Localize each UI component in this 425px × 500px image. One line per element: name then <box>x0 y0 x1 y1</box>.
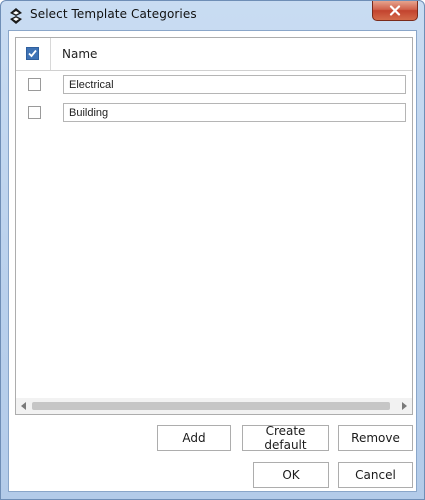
cancel-button[interactable]: Cancel <box>338 462 413 488</box>
category-name-field[interactable] <box>63 75 406 94</box>
row-checkbox[interactable] <box>28 106 41 119</box>
header-checkbox-cell <box>16 38 51 70</box>
checkmark-icon <box>28 49 37 58</box>
scrollbar-thumb[interactable] <box>32 402 390 410</box>
categories-grid: Name <box>15 37 413 415</box>
select-all-checkbox[interactable] <box>26 47 39 60</box>
scroll-right-icon[interactable] <box>402 402 407 410</box>
app-logo-icon <box>10 8 22 24</box>
category-name-field[interactable] <box>63 103 406 122</box>
table-row <box>16 71 412 99</box>
table-row <box>16 99 412 127</box>
horizontal-scrollbar[interactable] <box>16 398 412 414</box>
grid-header: Name <box>16 38 412 71</box>
row-checkbox[interactable] <box>28 78 41 91</box>
title-bar[interactable]: Select Template Categories <box>1 1 424 31</box>
create-default-button[interactable]: Create default <box>242 424 329 452</box>
remove-button[interactable]: Remove <box>338 425 413 451</box>
add-button[interactable]: Add <box>157 425 231 451</box>
close-button[interactable] <box>372 1 418 21</box>
window-title: Select Template Categories <box>30 7 197 21</box>
dialog-window: Select Template Categories Name Electric… <box>0 0 425 500</box>
ok-button[interactable]: OK <box>253 462 329 488</box>
column-header-name[interactable]: Name <box>62 47 97 61</box>
scroll-left-icon[interactable] <box>21 402 26 410</box>
dialog-content: Name Add Create default Remove OK Cancel <box>8 30 417 492</box>
close-icon <box>389 5 401 16</box>
